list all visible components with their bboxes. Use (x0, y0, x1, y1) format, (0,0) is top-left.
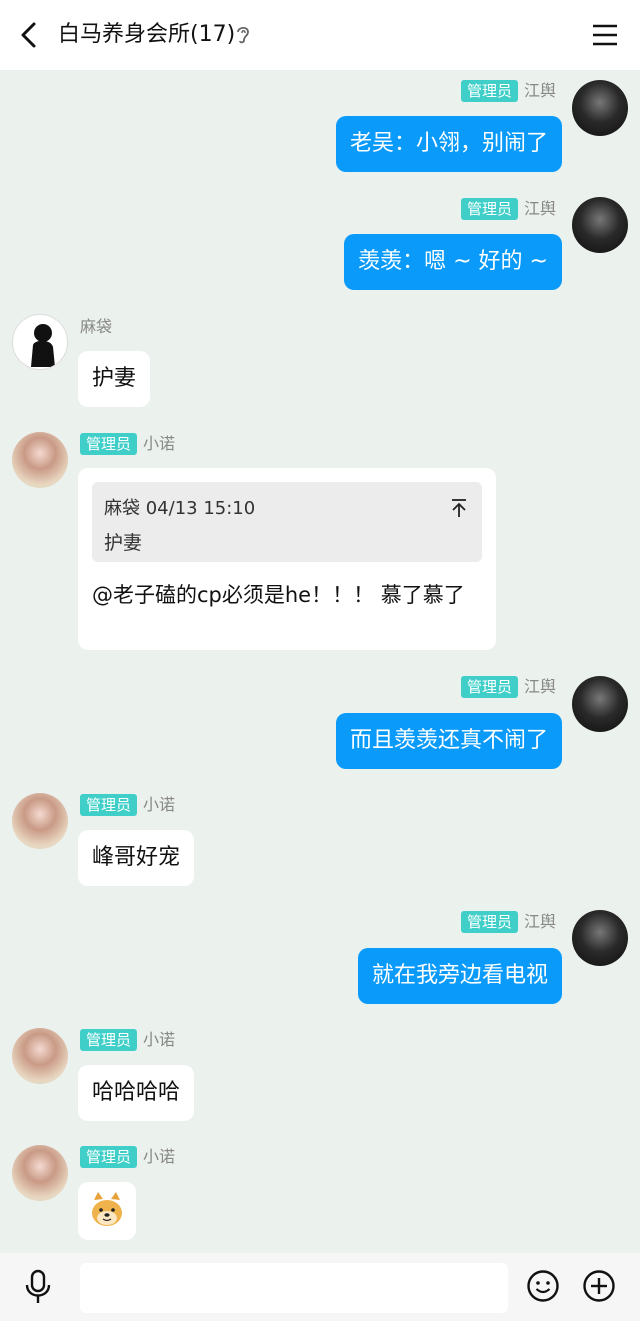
sender-name: 江舆 (523, 912, 556, 931)
sender-meta: 管理员 江舆 (460, 198, 556, 220)
microphone-icon[interactable] (22, 1269, 54, 1305)
ear-icon (237, 26, 249, 44)
quoted-message[interactable]: 麻袋 04/13 15:10 护妻 (92, 482, 482, 562)
avatar[interactable] (12, 1145, 68, 1201)
admin-badge: 管理员 (460, 676, 518, 698)
reply-message-bubble[interactable]: 麻袋 04/13 15:10 护妻 @老子磕的cp必须是he！！！ 慕了慕了 (78, 468, 496, 650)
avatar[interactable] (12, 314, 68, 370)
admin-badge: 管理员 (80, 1029, 138, 1051)
message-bubble[interactable]: 羡羡：嗯 ~ 好的 ~ (344, 234, 562, 290)
plus-circle-icon[interactable] (582, 1269, 616, 1303)
sender-name: 麻袋 (80, 317, 113, 336)
sender-meta: 管理员 小诺 (80, 1146, 175, 1168)
avatar[interactable] (572, 197, 628, 253)
admin-badge: 管理员 (460, 911, 518, 933)
sender-name: 小诺 (143, 1030, 176, 1049)
quote-header: 麻袋 04/13 15:10 (104, 498, 256, 519)
avatar[interactable] (572, 910, 628, 966)
sender-name: 小诺 (143, 1147, 176, 1166)
admin-badge: 管理员 (80, 433, 138, 455)
message-bubble[interactable]: 峰哥好宠 (78, 830, 195, 886)
message-text: @老子磕的cp必须是he！！！ 慕了慕了 (92, 583, 465, 607)
sender-meta: 管理员 江舆 (460, 80, 556, 102)
sender-name: 江舆 (523, 199, 556, 218)
avatar[interactable] (12, 1028, 68, 1084)
chevron-left-icon[interactable] (14, 18, 46, 52)
doge-sticker-icon (92, 1192, 122, 1226)
smiley-icon[interactable] (526, 1269, 560, 1303)
chat-title: 白马养身会所(17) (58, 22, 236, 47)
admin-badge: 管理员 (460, 198, 518, 220)
sender-name: 江舆 (523, 677, 556, 696)
chat-header: 白马养身会所(17) (0, 0, 640, 70)
message-bubble[interactable]: 而且羡羡还真不闹了 (335, 713, 562, 769)
sender-meta: 管理员 小诺 (80, 794, 175, 816)
input-bar (0, 1253, 640, 1321)
admin-badge: 管理员 (460, 80, 518, 102)
sender-name: 江舆 (523, 81, 556, 100)
sender-meta: 管理员 小诺 (80, 433, 175, 455)
avatar[interactable] (572, 676, 628, 732)
sender-meta: 管理员 小诺 (80, 1029, 175, 1051)
message-bubble[interactable]: 就在我旁边看电视 (357, 948, 562, 1004)
jump-to-top-icon[interactable] (450, 498, 468, 518)
sender-name: 小诺 (143, 795, 176, 814)
admin-badge: 管理员 (80, 794, 138, 816)
message-bubble[interactable]: 老吴：小翎，别闹了 (335, 116, 562, 172)
avatar[interactable] (12, 793, 68, 849)
sender-meta: 管理员 江舆 (460, 911, 556, 933)
sender-meta: 管理员 江舆 (460, 676, 556, 698)
avatar-figure-icon (31, 324, 55, 367)
sender-name: 小诺 (143, 434, 176, 453)
sticker-bubble[interactable] (78, 1182, 136, 1240)
hamburger-menu-icon[interactable] (590, 20, 620, 50)
message-bubble[interactable]: 哈哈哈哈 (78, 1065, 195, 1121)
avatar[interactable] (12, 432, 68, 488)
message-input[interactable] (80, 1263, 508, 1313)
sender-meta: 麻袋 (80, 316, 112, 338)
message-bubble[interactable]: 护妻 (78, 351, 151, 407)
quote-text: 护妻 (104, 532, 143, 554)
avatar[interactable] (572, 80, 628, 136)
admin-badge: 管理员 (80, 1146, 138, 1168)
